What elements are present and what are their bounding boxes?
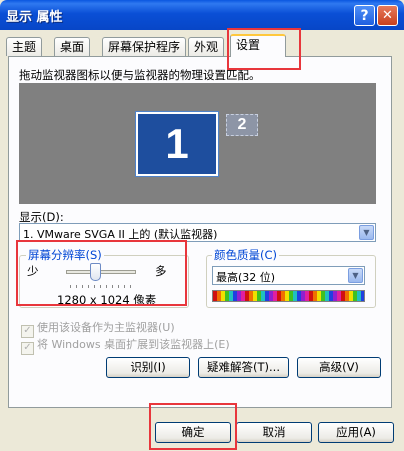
color-quality-value: 最高(32 位) — [216, 271, 276, 284]
chevron-down-icon[interactable]: ▼ — [348, 268, 363, 283]
tab-settings[interactable]: 设置 — [230, 34, 286, 57]
monitor-2-icon[interactable]: 2 — [226, 114, 258, 136]
extend-desktop-label: 将 Windows 桌面扩展到该监视器上(E) — [37, 338, 230, 351]
display-select[interactable]: 1. VMware SVGA II 上的 (默认监视器) ▼ — [19, 223, 376, 242]
troubleshoot-button[interactable]: 疑难解答(T)... — [198, 357, 289, 378]
display-select-value: 1. VMware SVGA II 上的 (默认监视器) — [23, 228, 218, 241]
resolution-slider-thumb[interactable] — [90, 263, 101, 281]
resolution-max-label: 多 — [155, 264, 167, 278]
close-button[interactable]: ✕ — [377, 5, 398, 26]
primary-monitor-label: 使用该设备作为主监视器(U) — [37, 321, 175, 334]
identify-button[interactable]: 识别(I) — [106, 357, 190, 378]
tab-screensaver[interactable]: 屏幕保护程序 — [102, 37, 187, 56]
help-button[interactable]: ? — [354, 5, 375, 26]
ok-button[interactable]: 确定 — [155, 422, 231, 443]
color-spectrum-bar — [212, 290, 365, 302]
tab-desktop[interactable]: 桌面 — [54, 37, 91, 56]
resolution-slider-track[interactable] — [66, 270, 136, 274]
tab-appearance[interactable]: 外观 — [188, 37, 225, 56]
monitor-1-icon[interactable]: 1 — [135, 111, 219, 177]
color-quality-title: 颜色质量(C) — [212, 247, 280, 263]
advanced-button[interactable]: 高级(V) — [297, 357, 381, 378]
title-bar: 显示 属性 ? ✕ — [0, 0, 404, 30]
extend-desktop-checkbox[interactable]: ✓ 将 Windows 桌面扩展到该监视器上(E) — [21, 336, 230, 355]
resolution-title: 屏幕分辨率(S) — [26, 247, 104, 263]
color-quality-select[interactable]: 最高(32 位) ▼ — [212, 266, 365, 285]
resolution-min-label: 少 — [27, 264, 39, 278]
apply-button[interactable]: 应用(A) — [318, 422, 394, 443]
slider-ticks — [70, 285, 134, 288]
window-title: 显示 属性 — [6, 10, 63, 25]
checkbox-checked-icon[interactable]: ✓ — [21, 342, 34, 355]
drag-instructions: 拖动监视器图标以便与监视器的物理设置匹配。 — [19, 68, 261, 82]
chevron-down-icon[interactable]: ▼ — [359, 225, 374, 240]
cancel-button[interactable]: 取消 — [236, 422, 312, 443]
tab-themes[interactable]: 主题 — [6, 37, 43, 56]
resolution-value: 1280 x 1024 像素 — [57, 293, 157, 307]
